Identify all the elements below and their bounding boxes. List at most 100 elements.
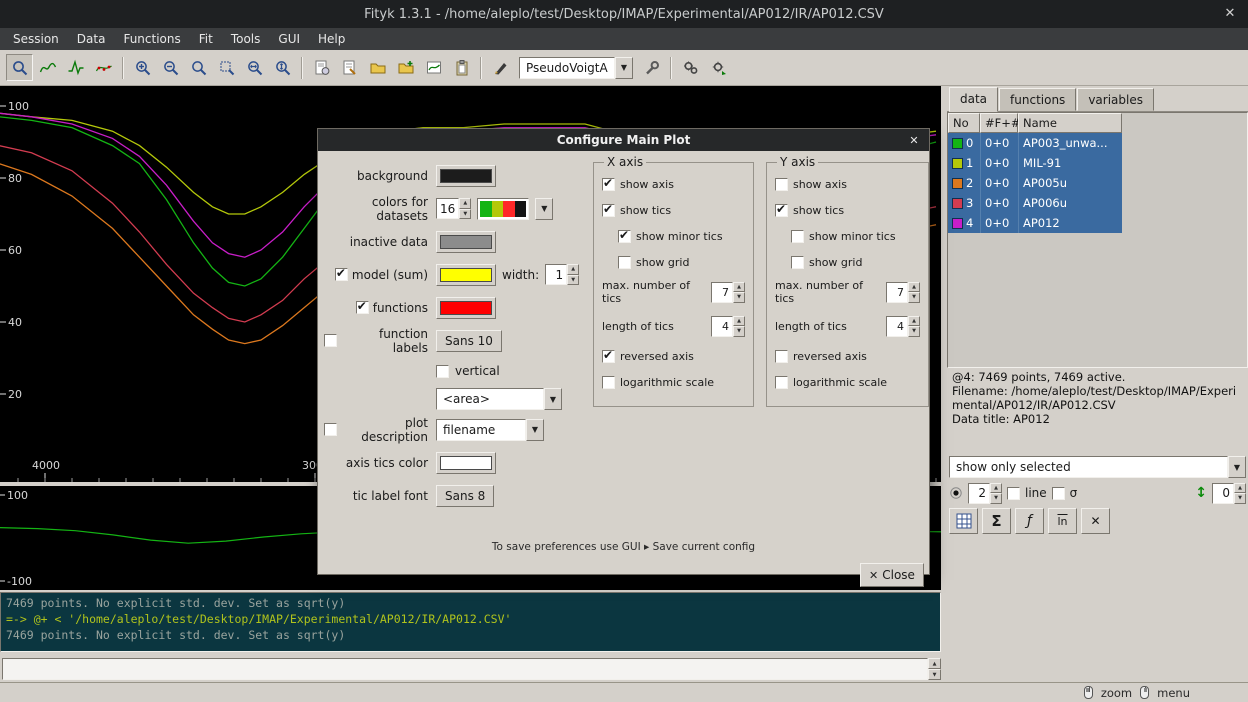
label-content-dropdown-icon[interactable] [544, 388, 562, 410]
tab-functions[interactable]: functions [999, 88, 1076, 111]
fit-settings-button[interactable] [705, 54, 732, 81]
line-checkbox[interactable] [1007, 487, 1020, 500]
include-data-button[interactable] [392, 54, 419, 81]
spin-down-icon[interactable] [733, 326, 745, 337]
dataset-colors-dropdown-icon[interactable] [535, 198, 553, 220]
session-config-button[interactable] [336, 54, 363, 81]
fit-pen-button[interactable] [487, 54, 514, 81]
history-down-icon[interactable] [928, 669, 941, 680]
tic-label-font-button[interactable]: Sans 8 [436, 485, 494, 507]
spin-down-icon[interactable] [459, 209, 471, 220]
session-new-button[interactable] [308, 54, 335, 81]
spin-up-icon[interactable] [567, 264, 579, 275]
function-labels-font-button[interactable]: Sans 10 [436, 330, 502, 352]
column-header-name[interactable]: Name [1018, 113, 1122, 133]
show-filter-dropdown-icon[interactable] [1228, 456, 1246, 478]
dialog-close-icon[interactable] [906, 132, 922, 148]
zoom-y-button[interactable] [269, 54, 296, 81]
vertical-checkbox[interactable] [436, 365, 449, 378]
zoom-100-button[interactable] [185, 54, 212, 81]
transform-data-button[interactable]: ƒ [1015, 508, 1044, 534]
spin-down-icon[interactable] [990, 493, 1002, 504]
dataset-row[interactable]: 2 0+0 AP005u [948, 173, 1247, 193]
menu-fit[interactable]: Fit [190, 30, 222, 48]
background-color-button[interactable] [436, 165, 496, 187]
spin-up-icon[interactable] [1234, 483, 1246, 494]
sigma-checkbox[interactable] [1052, 487, 1065, 500]
spin-down-icon[interactable] [567, 275, 579, 286]
menu-functions[interactable]: Functions [114, 30, 189, 48]
output-console[interactable]: 7469 points. No explicit std. dev. Set a… [0, 592, 941, 652]
function-type-dropdown-icon[interactable] [615, 57, 633, 79]
dataset-colors-preview[interactable] [477, 198, 529, 220]
menu-tools[interactable]: Tools [222, 30, 270, 48]
x-logarithmic-checkbox[interactable] [602, 376, 615, 389]
plot-description-dropdown-icon[interactable] [526, 419, 544, 441]
x-show-tics-checkbox[interactable] [602, 204, 615, 217]
model-width-spinner[interactable]: 1 [545, 264, 579, 285]
menu-gui[interactable]: GUI [269, 30, 309, 48]
menu-data[interactable]: Data [68, 30, 115, 48]
delete-data-button[interactable]: ✕ [1081, 508, 1110, 534]
menu-help[interactable]: Help [309, 30, 354, 48]
dataset-colors-count-spinner[interactable]: 16 [436, 198, 471, 219]
functions-color-button[interactable] [436, 297, 496, 319]
label-content-combo[interactable]: <area> [436, 388, 562, 410]
run-fit-button[interactable] [677, 54, 704, 81]
x-show-minor-tics-checkbox[interactable] [618, 230, 631, 243]
show-filter-combo[interactable]: show only selected [949, 456, 1246, 478]
point-size-spinner[interactable]: 2 [968, 483, 1002, 504]
shift-spinner[interactable]: 0 [1212, 483, 1246, 504]
inactive-data-color-button[interactable] [436, 231, 496, 253]
axis-tics-color-button[interactable] [436, 452, 496, 474]
spin-down-icon[interactable] [733, 292, 745, 303]
spin-down-icon[interactable] [908, 292, 920, 303]
auto-add-button[interactable] [638, 54, 665, 81]
sum-datasets-button[interactable]: Σ [982, 508, 1011, 534]
view-data-button[interactable] [62, 54, 89, 81]
spin-down-icon[interactable] [1234, 493, 1246, 504]
command-input[interactable] [2, 658, 928, 680]
zoom-in-button[interactable] [129, 54, 156, 81]
zoom-x-button[interactable] [241, 54, 268, 81]
history-up-icon[interactable] [928, 658, 941, 669]
data-log-button[interactable]: ln [1048, 508, 1077, 534]
export-image-button[interactable] [420, 54, 447, 81]
functions-checkbox[interactable] [356, 301, 369, 314]
spin-up-icon[interactable] [459, 198, 471, 209]
plot-description-combo[interactable]: filename [436, 419, 544, 441]
x-show-axis-checkbox[interactable] [602, 178, 615, 191]
y-max-tics-spinner[interactable]: 7 [886, 282, 920, 303]
function-type-combo[interactable]: PseudoVoigtA [519, 57, 633, 79]
spin-down-icon[interactable] [908, 326, 920, 337]
model-color-button[interactable] [436, 264, 496, 286]
spin-up-icon[interactable] [733, 282, 745, 293]
y-tic-length-spinner[interactable]: 4 [886, 316, 920, 337]
dataset-row[interactable]: 1 0+0 MIL-91 [948, 153, 1247, 173]
zoom-out-button[interactable] [157, 54, 184, 81]
column-header-no[interactable]: No [948, 113, 980, 133]
column-header-fcount[interactable]: #F+# [980, 113, 1018, 133]
draw-peaks-button[interactable] [34, 54, 61, 81]
x-max-tics-spinner[interactable]: 7 [711, 282, 745, 303]
spin-up-icon[interactable] [908, 316, 920, 327]
tab-data[interactable]: data [949, 87, 998, 112]
zoom-all-button[interactable] [213, 54, 240, 81]
spin-up-icon[interactable] [990, 483, 1002, 494]
y-reversed-checkbox[interactable] [775, 350, 788, 363]
y-show-grid-checkbox[interactable] [791, 256, 804, 269]
x-tic-length-spinner[interactable]: 4 [711, 316, 745, 337]
spin-up-icon[interactable] [733, 316, 745, 327]
spin-up-icon[interactable] [908, 282, 920, 293]
dialog-close-button[interactable]: Close [860, 563, 924, 587]
y-show-minor-tics-checkbox[interactable] [791, 230, 804, 243]
open-session-button[interactable] [364, 54, 391, 81]
edit-points-button[interactable] [90, 54, 117, 81]
dialog-titlebar[interactable]: Configure Main Plot [318, 129, 929, 151]
tab-variables[interactable]: variables [1077, 88, 1154, 111]
window-close-button[interactable]: ✕ [1220, 4, 1240, 24]
y-show-tics-checkbox[interactable] [775, 204, 788, 217]
dataset-row[interactable]: 4 0+0 AP012 [948, 213, 1247, 233]
plot-description-checkbox[interactable] [324, 423, 337, 436]
copy-image-button[interactable] [448, 54, 475, 81]
